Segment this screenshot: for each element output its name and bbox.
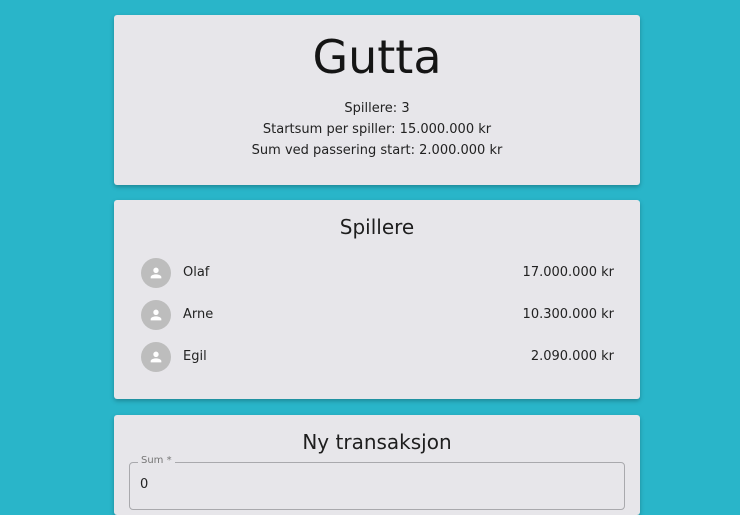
person-icon bbox=[150, 351, 162, 363]
player-name: Egil bbox=[183, 349, 207, 364]
player-balance: 17.000.000 kr bbox=[522, 265, 614, 280]
player-name: Arne bbox=[183, 307, 214, 322]
players-card: Spillere Olaf 17.000.000 kr Arne 10.300.… bbox=[114, 200, 640, 399]
start-sum-text: Startsum per spiller: 15.000.000 kr bbox=[262, 122, 492, 137]
player-row-arne[interactable]: Arne 10.300.000 kr bbox=[141, 300, 614, 332]
player-balance: 10.300.000 kr bbox=[522, 307, 614, 322]
avatar bbox=[141, 300, 171, 330]
pass-start-sum-text: Sum ved passering start: 2.000.000 kr bbox=[251, 143, 503, 158]
transaction-section-title: Ny transaksjon bbox=[302, 430, 452, 454]
avatar bbox=[141, 342, 171, 372]
players-count-text: Spillere: 3 bbox=[344, 101, 410, 116]
player-row-olaf[interactable]: Olaf 17.000.000 kr bbox=[141, 258, 614, 290]
player-name: Olaf bbox=[183, 265, 210, 280]
person-icon bbox=[150, 267, 162, 279]
player-balance: 2.090.000 kr bbox=[530, 349, 614, 364]
player-row-egil[interactable]: Egil 2.090.000 kr bbox=[141, 342, 614, 374]
avatar bbox=[141, 258, 171, 288]
game-title: Gutta bbox=[312, 30, 442, 84]
players-section-title: Spillere bbox=[339, 215, 415, 239]
game-info-card: Gutta Spillere: 3 Startsum per spiller: … bbox=[114, 15, 640, 185]
person-icon bbox=[150, 309, 162, 321]
new-transaction-card: Ny transaksjon Sum * bbox=[114, 415, 640, 515]
sum-field-label: Sum * bbox=[138, 455, 175, 467]
sum-input[interactable] bbox=[140, 474, 610, 494]
sum-field[interactable]: Sum * bbox=[129, 455, 625, 510]
